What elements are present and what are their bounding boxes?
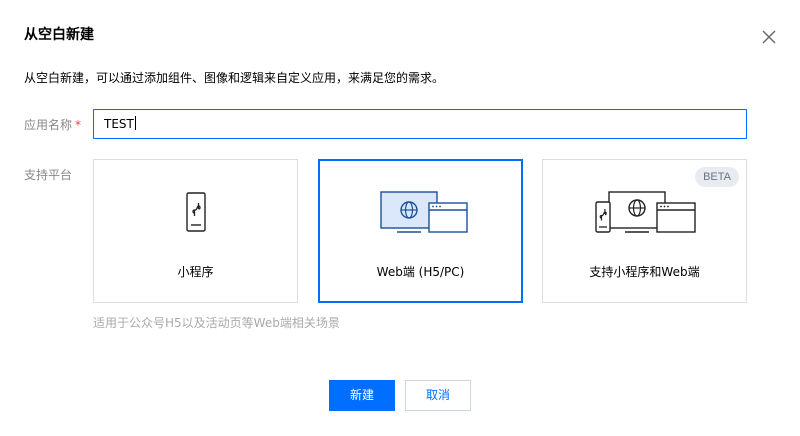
platform-card-label: 支持小程序和Web端	[589, 265, 700, 279]
dialog-description: 从空白新建，可以通过添加组件、图像和逻辑来自定义应用，来满足您的需求。	[24, 71, 445, 85]
close-icon[interactable]	[758, 26, 780, 48]
dialog-title: 从空白新建	[24, 27, 94, 43]
platform-label: 支持平台	[24, 168, 73, 182]
platform-card-mini-program-and-web[interactable]: BETA 支持小程序和Web端	[542, 159, 747, 303]
platform-card-label: Web端 (H5/PC)	[376, 265, 465, 279]
mini-program-and-web-icon	[543, 188, 746, 238]
mini-program-icon	[94, 188, 297, 238]
web-icon	[320, 188, 521, 238]
create-from-blank-dialog: 从空白新建 从空白新建，可以通过添加组件、图像和逻辑来自定义应用，来满足您的需求…	[0, 0, 800, 436]
platform-card-label: 小程序	[177, 265, 214, 279]
platform-card-web[interactable]: Web端 (H5/PC)	[318, 159, 523, 303]
cancel-button[interactable]: 取消	[405, 380, 471, 411]
required-mark: *	[75, 118, 82, 132]
create-button[interactable]: 新建	[329, 380, 395, 411]
beta-badge: BETA	[695, 167, 739, 187]
app-name-value: TEST	[104, 117, 134, 131]
platform-hint: 适用于公众号H5以及活动页等Web端相关场景	[93, 316, 340, 330]
app-name-label: 应用名称 *	[24, 116, 81, 133]
app-name-label-text: 应用名称	[24, 118, 73, 132]
text-caret	[134, 116, 136, 130]
platform-card-mini-program[interactable]: 小程序	[93, 159, 298, 303]
app-name-input[interactable]: TEST	[93, 109, 747, 139]
